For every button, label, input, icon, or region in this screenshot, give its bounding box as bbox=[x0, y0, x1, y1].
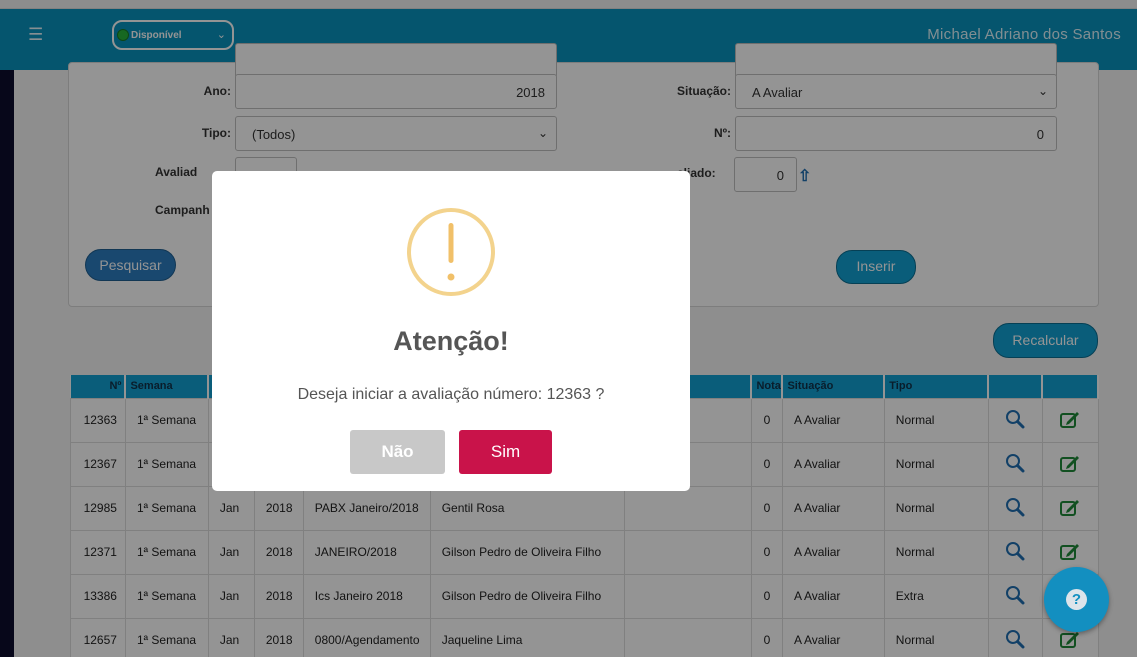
no-button[interactable]: Não bbox=[350, 430, 445, 474]
dialog-title: Atenção! bbox=[393, 326, 509, 356]
dialog-message: Deseja iniciar a avaliação número: 12363… bbox=[297, 386, 605, 403]
yes-button[interactable]: Sim bbox=[459, 430, 552, 474]
help-button[interactable]: ? bbox=[1044, 567, 1109, 632]
confirm-dialog: Atenção! Deseja iniciar a avaliação núme… bbox=[212, 171, 690, 491]
question-mark-icon: ? bbox=[1066, 589, 1087, 610]
warning-exclamation-icon bbox=[407, 208, 495, 296]
